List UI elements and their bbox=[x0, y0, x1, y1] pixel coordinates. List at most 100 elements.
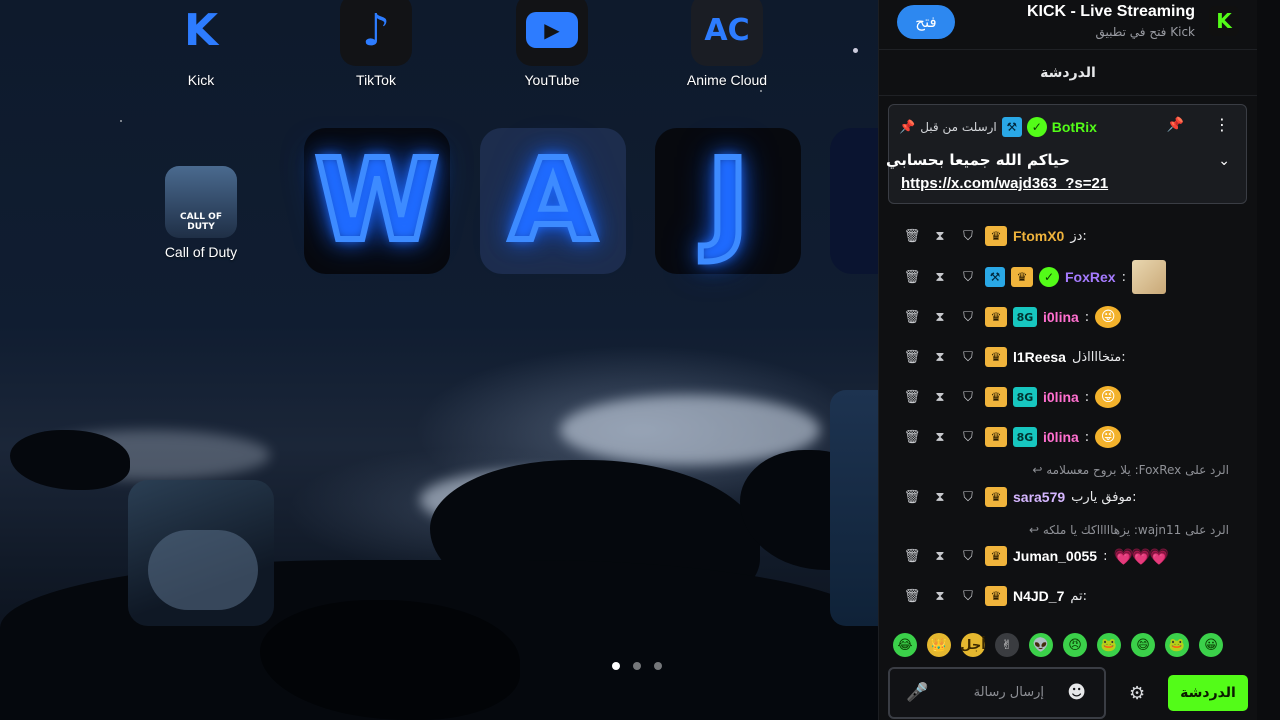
quick-emote[interactable]: 😠 bbox=[1063, 633, 1087, 657]
chat-text: :موفق يارب bbox=[1071, 489, 1137, 505]
chat-username[interactable]: N4JD_7 bbox=[1013, 588, 1064, 604]
pinned-message[interactable]: 📌 ارسلت من قبل ⚒ ✓ BotRix 📌 ⋮ حياكم الله… bbox=[886, 104, 1247, 204]
delete-icon[interactable]: 🗑 bbox=[901, 549, 923, 564]
more-options-icon[interactable]: ⋮ bbox=[1214, 115, 1230, 134]
microphone-icon[interactable]: 🎤 bbox=[906, 682, 928, 703]
delete-icon[interactable]: 🗑 bbox=[901, 490, 923, 505]
crown-badge-icon: ♛ bbox=[985, 347, 1007, 367]
settings-gear-icon[interactable]: ⚙ bbox=[1129, 683, 1145, 704]
delete-icon[interactable]: 🗑 bbox=[901, 430, 923, 445]
chat-title: الدردشة bbox=[1040, 65, 1096, 81]
kick-logo-icon: K bbox=[1209, 6, 1239, 36]
chat-username[interactable]: Juman_0055 bbox=[1013, 548, 1097, 564]
page-indicator[interactable] bbox=[612, 662, 662, 670]
chat-message[interactable]: 🗑 ⧗ ⛉ ♛ N4JD_7:تم bbox=[901, 582, 1087, 610]
neon-j-tile[interactable]: J bbox=[655, 128, 801, 274]
quick-emote[interactable]: 😂 bbox=[893, 633, 917, 657]
timeout-icon[interactable]: ⧗ bbox=[929, 390, 951, 405]
quick-emote[interactable]: ✌ bbox=[995, 633, 1019, 657]
tiktok-icon: ♪ bbox=[340, 0, 412, 66]
ban-shield-icon[interactable]: ⛉ bbox=[957, 549, 979, 564]
chat-username[interactable]: sara579 bbox=[1013, 489, 1065, 505]
ban-shield-icon[interactable]: ⛉ bbox=[957, 350, 979, 365]
chat-message[interactable]: 🗑 ⧗ ⛉ ♛ 8G i0lina: 😜 bbox=[901, 423, 1122, 451]
emoji-icon[interactable]: ☻ bbox=[1067, 682, 1086, 703]
chevron-down-icon[interactable]: ⌄ bbox=[1218, 153, 1230, 169]
pinned-link[interactable]: https://x.com/wajd363_?s=21 bbox=[901, 175, 1108, 192]
timeout-icon[interactable]: ⧗ bbox=[929, 310, 951, 325]
call-of-duty-icon: CALL OF DUTY bbox=[165, 166, 237, 238]
send-chat-button[interactable]: الدردشة bbox=[1168, 675, 1248, 711]
delete-icon[interactable]: 🗑 bbox=[901, 310, 923, 325]
subscriber-badge-icon: 8G bbox=[1013, 427, 1037, 447]
neon-tile-partial[interactable] bbox=[830, 128, 878, 274]
user-avatar[interactable] bbox=[1131, 260, 1166, 294]
delete-icon[interactable]: 🗑 bbox=[901, 589, 923, 604]
ban-shield-icon[interactable]: ⛉ bbox=[957, 589, 979, 604]
delete-icon[interactable]: 🗑 bbox=[901, 229, 923, 244]
ban-shield-icon[interactable]: ⛉ bbox=[957, 490, 979, 505]
chat-username[interactable]: l1Reesa bbox=[1013, 349, 1066, 365]
timeout-icon[interactable]: ⧗ bbox=[929, 430, 951, 445]
denim-widget-partial[interactable] bbox=[830, 390, 878, 626]
chat-username[interactable]: FtomX0 bbox=[1013, 228, 1064, 244]
crown-badge-icon: ♛ bbox=[1011, 267, 1033, 287]
app-tiktok[interactable]: ♪ TikTok bbox=[326, 0, 426, 88]
anime-cloud-icon: AC bbox=[691, 0, 763, 66]
page-dot[interactable] bbox=[633, 662, 641, 670]
page-dot[interactable] bbox=[654, 662, 662, 670]
input-placeholder: إرسال رسالة bbox=[973, 685, 1044, 700]
quick-emote[interactable]: أجل bbox=[960, 633, 986, 657]
pinned-username[interactable]: BotRix bbox=[1052, 119, 1097, 135]
quick-emote[interactable]: 👑 bbox=[927, 633, 951, 657]
ban-shield-icon[interactable]: ⛉ bbox=[957, 430, 979, 445]
app-kick[interactable]: K Kick bbox=[151, 0, 251, 89]
crown-badge-icon: ♛ bbox=[985, 546, 1007, 566]
ban-shield-icon[interactable]: ⛉ bbox=[957, 310, 979, 325]
chat-message[interactable]: 🗑 ⧗ ⛉ ♛ 8G i0lina: 😜 bbox=[901, 303, 1122, 331]
delete-icon[interactable]: 🗑 bbox=[901, 270, 923, 285]
chat-message[interactable]: 🗑 ⧗ ⛉ ♛ 8G i0lina: 😜 bbox=[901, 383, 1122, 411]
quick-emote[interactable]: 👽 bbox=[1029, 633, 1053, 657]
chat-message[interactable]: 🗑 ⧗ ⛉ ♛ FtomX0:دز bbox=[901, 222, 1087, 250]
open-in-app-button[interactable]: فتح bbox=[897, 5, 955, 39]
delete-icon[interactable]: 🗑 bbox=[901, 350, 923, 365]
youtube-icon: ▶ bbox=[516, 0, 588, 66]
reply-context[interactable]: الرد على FoxRex: يلا بروح معسلامه ↩ bbox=[1032, 463, 1229, 477]
quick-emote[interactable]: 🐸 bbox=[1165, 633, 1189, 657]
timeout-icon[interactable]: ⧗ bbox=[929, 549, 951, 564]
pinned-header: 📌 ارسلت من قبل ⚒ ✓ BotRix bbox=[899, 117, 1097, 137]
timeout-icon[interactable]: ⧗ bbox=[929, 229, 951, 244]
chat-username[interactable]: i0lina bbox=[1043, 429, 1079, 445]
neon-w-tile[interactable]: W bbox=[304, 128, 450, 274]
quick-emote[interactable]: 😄 bbox=[1131, 633, 1155, 657]
chat-username[interactable]: i0lina bbox=[1043, 309, 1079, 325]
reply-context[interactable]: الرد على wajn11: يزهاااااكك يا ملكه ↩ bbox=[1029, 523, 1229, 537]
timeout-icon[interactable]: ⧗ bbox=[929, 589, 951, 604]
timeout-icon[interactable]: ⧗ bbox=[929, 490, 951, 505]
chat-username[interactable]: i0lina bbox=[1043, 389, 1079, 405]
timeout-icon[interactable]: ⧗ bbox=[929, 270, 951, 285]
chat-message[interactable]: 🗑 ⧗ ⛉ ♛ l1Reesa:متخااااذل bbox=[901, 343, 1126, 371]
chat-input[interactable]: 🎤 إرسال رسالة ☻ bbox=[888, 667, 1106, 719]
chat-message[interactable]: 🗑 ⧗ ⛉ ♛ Juman_0055: 💗💗💗 bbox=[901, 542, 1169, 570]
photo-widget[interactable] bbox=[128, 480, 274, 626]
chat-emote: 😜 bbox=[1095, 426, 1122, 448]
chat-message[interactable]: 🗑 ⧗ ⛉ ⚒ ♛ ✓ FoxRex: bbox=[901, 260, 1166, 294]
delete-icon[interactable]: 🗑 bbox=[901, 390, 923, 405]
ban-shield-icon[interactable]: ⛉ bbox=[957, 229, 979, 244]
quick-emote[interactable]: 🐸 bbox=[1097, 633, 1121, 657]
app-youtube[interactable]: ▶ YouTube bbox=[502, 0, 602, 88]
app-anime-cloud[interactable]: AC Anime Cloud bbox=[677, 0, 777, 88]
neon-a-tile[interactable]: A bbox=[480, 128, 626, 274]
ban-shield-icon[interactable]: ⛉ bbox=[957, 390, 979, 405]
chat-username[interactable]: FoxRex bbox=[1065, 269, 1116, 285]
timeout-icon[interactable]: ⧗ bbox=[929, 350, 951, 365]
ban-shield-icon[interactable]: ⛉ bbox=[957, 270, 979, 285]
verified-badge-icon: ✓ bbox=[1026, 117, 1047, 137]
quick-emote[interactable]: 😀 bbox=[1199, 633, 1223, 657]
unpin-icon[interactable]: 📌 bbox=[1167, 117, 1184, 133]
chat-message[interactable]: 🗑 ⧗ ⛉ ♛ sara579:موفق يارب bbox=[901, 483, 1137, 511]
page-dot[interactable] bbox=[612, 662, 620, 670]
app-call-of-duty[interactable]: CALL OF DUTY Call of Duty bbox=[151, 166, 251, 260]
